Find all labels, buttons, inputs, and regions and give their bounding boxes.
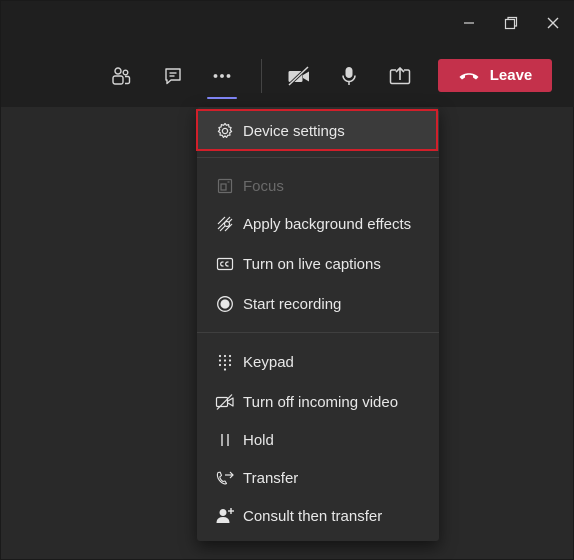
- menu-item-start-recording[interactable]: Start recording: [197, 284, 439, 324]
- restore-icon: [504, 16, 518, 30]
- minimize-icon: [464, 22, 474, 24]
- hang-up-icon: [459, 72, 479, 79]
- restore-button[interactable]: [495, 9, 527, 37]
- focus-icon: [215, 176, 235, 196]
- menu-item-transfer[interactable]: Transfer: [197, 458, 439, 498]
- pause-icon: [215, 430, 235, 450]
- leave-label: Leave: [489, 67, 533, 84]
- menu-item-turn-off-incoming-video[interactable]: Turn off incoming video: [197, 382, 439, 422]
- menu-item-label: Consult then transfer: [243, 507, 383, 525]
- menu-item-keypad[interactable]: Keypad: [197, 342, 439, 382]
- menu-item-background-effects[interactable]: Apply background effects: [197, 204, 439, 244]
- microphone-icon: [342, 67, 356, 85]
- menu-item-label: Start recording: [243, 295, 342, 313]
- menu-item-device-settings[interactable]: Device settings: [197, 111, 439, 151]
- menu-item-label: Apply background effects: [243, 215, 412, 233]
- menu-item-hold[interactable]: Hold: [197, 420, 439, 460]
- share-screen-button[interactable]: [383, 59, 417, 93]
- microphone-button[interactable]: [332, 59, 366, 93]
- menu-item-label: Focus: [243, 177, 284, 195]
- camera-off-icon: [287, 65, 310, 87]
- menu-item-consult-then-transfer[interactable]: Consult then transfer: [197, 496, 439, 536]
- menu-separator: [197, 332, 439, 333]
- toolbar-separator: [261, 59, 262, 93]
- teams-call-window: Leave Device settings Focus Apply backgr…: [0, 0, 574, 560]
- chat-button[interactable]: [156, 59, 190, 93]
- record-icon: [215, 294, 235, 314]
- closed-captions-icon: [215, 254, 235, 274]
- video-off-icon: [215, 392, 235, 412]
- menu-item-label: Device settings: [243, 122, 345, 140]
- more-options-menu: Device settings Focus Apply background e…: [197, 107, 439, 541]
- menu-item-label: Turn on live captions: [243, 255, 381, 273]
- menu-separator: [197, 157, 439, 158]
- chat-icon: [165, 68, 181, 85]
- share-screen-icon: [389, 66, 411, 85]
- title-bar: [1, 1, 574, 45]
- transfer-icon: [215, 468, 235, 488]
- keypad-icon: [215, 352, 235, 372]
- menu-item-label: Keypad: [243, 353, 294, 371]
- close-icon: [547, 17, 559, 29]
- menu-item-label: Turn off incoming video: [243, 393, 399, 411]
- menu-item-live-captions[interactable]: Turn on live captions: [197, 244, 439, 284]
- menu-item-focus: Focus: [197, 166, 439, 206]
- gear-icon: [215, 121, 235, 141]
- more-options-icon: [213, 74, 231, 78]
- participants-button[interactable]: [104, 59, 138, 93]
- people-icon: [112, 67, 131, 85]
- close-button[interactable]: [537, 9, 569, 37]
- leave-button[interactable]: Leave: [438, 59, 552, 92]
- minimize-button[interactable]: [453, 9, 485, 37]
- person-add-icon: [215, 506, 235, 526]
- menu-item-label: Transfer: [243, 469, 299, 487]
- camera-button[interactable]: [282, 59, 316, 93]
- more-options-button[interactable]: [205, 59, 239, 99]
- background-effects-icon: [215, 214, 235, 234]
- menu-item-label: Hold: [243, 431, 274, 449]
